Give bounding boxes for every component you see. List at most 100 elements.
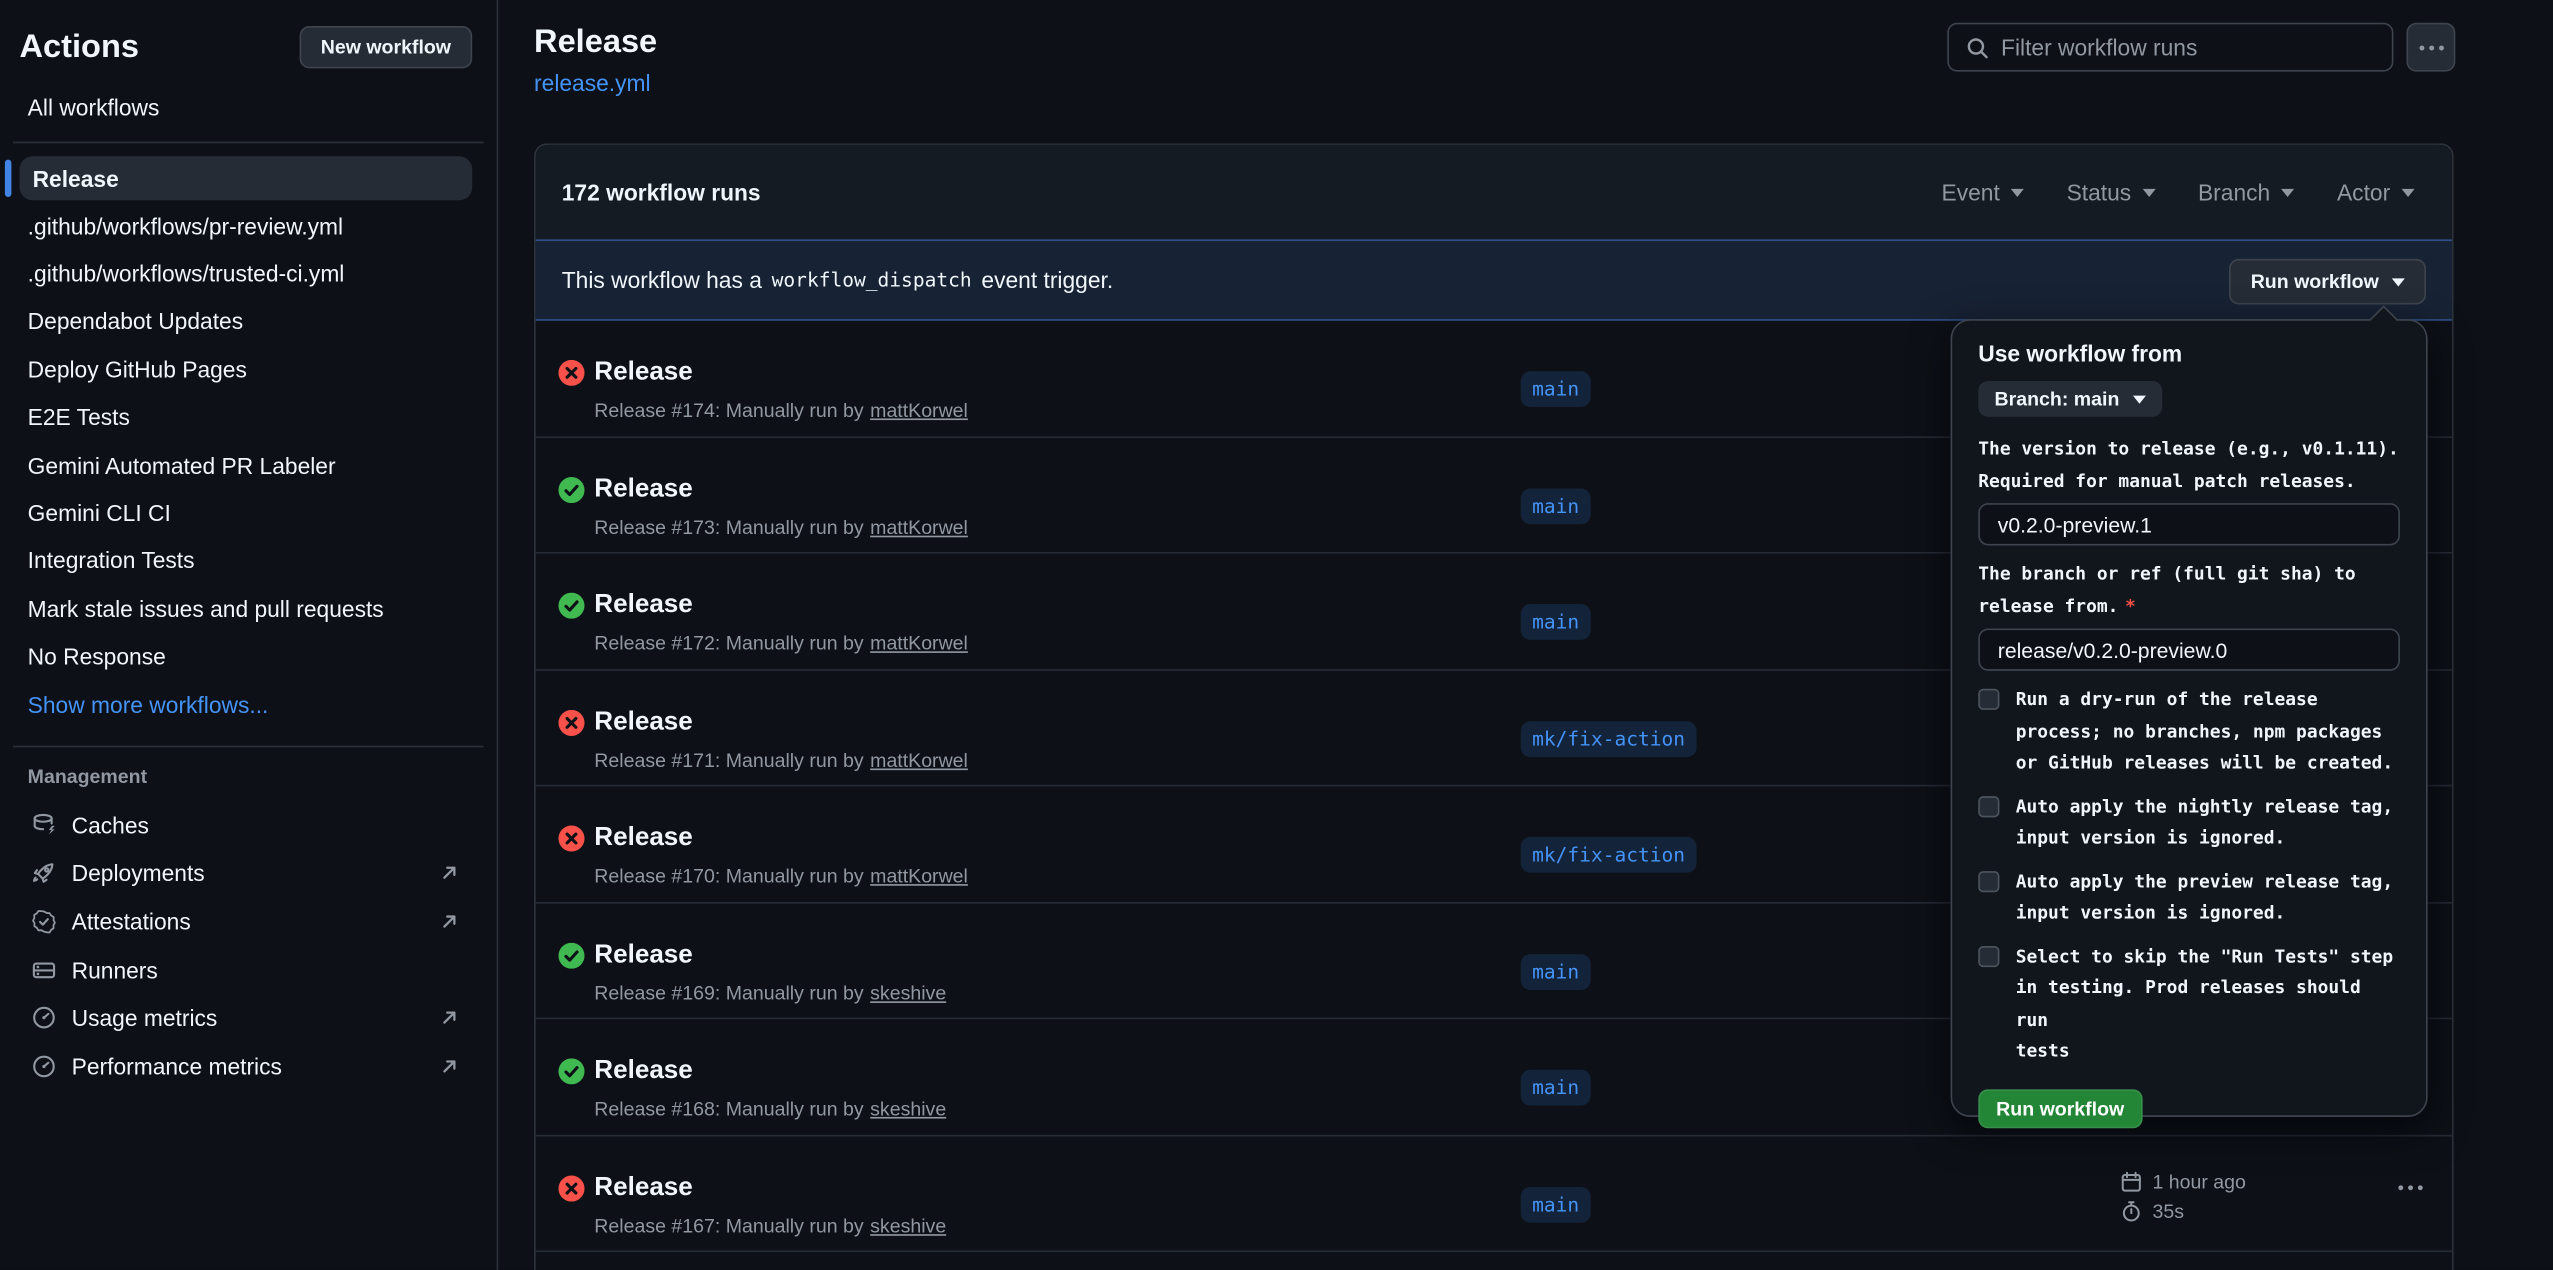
status-icon: [558, 1058, 584, 1084]
chevron-down-icon: [2011, 188, 2024, 196]
status-icon: [558, 476, 584, 502]
run-title-link[interactable]: Release: [594, 1171, 693, 1204]
actor-link[interactable]: skeshive: [870, 1097, 946, 1120]
show-more-workflows-link[interactable]: Show more workflows...: [0, 680, 497, 728]
filter-branch-dropdown[interactable]: Branch: [2198, 179, 2295, 205]
actions-sidebar: Actions New workflow All workflows Relea…: [0, 0, 498, 1270]
actor-link[interactable]: mattKorwel: [870, 748, 968, 771]
chevron-down-icon: [2282, 188, 2295, 196]
external-link-icon: [438, 1007, 461, 1030]
external-link-icon: [438, 1055, 461, 1078]
status-icon: [558, 360, 584, 386]
sidebar-item-workflow[interactable]: E2E Tests: [0, 393, 497, 441]
next-run-row-partial: [536, 1252, 2452, 1270]
banner-text: This workflow has a: [562, 267, 762, 293]
sidebar-item-workflow[interactable]: Gemini CLI CI: [0, 489, 497, 537]
kebab-icon: [2419, 45, 2443, 50]
workflow-file-link[interactable]: release.yml: [534, 70, 651, 96]
sidebar-item-workflow[interactable]: Deploy GitHub Pages: [0, 345, 497, 393]
sidebar-item-runners[interactable]: Runners: [0, 946, 497, 994]
filter-event-dropdown[interactable]: Event: [1942, 179, 2025, 205]
status-icon: [558, 825, 584, 851]
runs-filters: Event Status Branch Actor: [1942, 179, 2415, 205]
calendar-icon: [2120, 1170, 2143, 1193]
branch-badge[interactable]: main: [1521, 953, 1591, 989]
sidebar-item-label: Runners: [72, 957, 461, 983]
sidebar-item-label: Deployments: [72, 860, 424, 886]
new-workflow-button[interactable]: New workflow: [300, 26, 473, 68]
meter-icon: [31, 1005, 57, 1031]
sidebar-item-usage-metrics[interactable]: Usage metrics: [0, 994, 497, 1042]
workflow-options-button[interactable]: [2406, 23, 2455, 72]
sidebar-divider: [13, 142, 484, 144]
sidebar-item-all-workflows[interactable]: All workflows: [0, 90, 497, 126]
checkbox-icon: [1978, 945, 1999, 966]
sidebar-item-workflow[interactable]: Integration Tests: [0, 537, 497, 585]
branch-selector-dropdown[interactable]: Branch: main: [1978, 381, 2161, 417]
sidebar-item-label: Caches: [72, 812, 461, 838]
run-title-link[interactable]: Release: [594, 473, 693, 506]
sidebar-item-caches[interactable]: Caches: [0, 801, 497, 849]
sidebar-item-attestations[interactable]: Attestations: [0, 897, 497, 945]
actor-link[interactable]: mattKorwel: [870, 865, 968, 888]
sidebar-item-workflow[interactable]: Mark stale issues and pull requests: [0, 585, 497, 633]
branch-ref-input[interactable]: [1978, 628, 2400, 670]
sidebar-item-workflow[interactable]: Gemini Automated PR Labeler: [0, 441, 497, 489]
checkbox-label: Auto apply the nightly release tag, inpu…: [2016, 790, 2393, 853]
status-icon: [558, 1175, 584, 1201]
branch-badge[interactable]: main: [1521, 488, 1591, 524]
actor-link[interactable]: mattKorwel: [870, 515, 968, 538]
workflow-list: .github/workflows/pr-review.yml .github/…: [0, 202, 497, 728]
run-workflow-dialog: Use workflow from Branch: main The versi…: [1951, 319, 2428, 1117]
check-circle-icon: [558, 942, 584, 968]
branch-badge[interactable]: main: [1521, 1186, 1591, 1222]
branch-badge[interactable]: main: [1521, 604, 1591, 640]
runs-list-header: 172 workflow runs Event Status Branch Ac…: [536, 145, 2452, 239]
filter-runs-search[interactable]: [1947, 23, 2393, 72]
x-circle-icon: [558, 825, 584, 851]
sidebar-item-workflow[interactable]: .github/workflows/pr-review.yml: [0, 202, 497, 250]
field-description: The version to release (e.g., v0.1.11). …: [1978, 433, 2400, 496]
run-title-link[interactable]: Release: [594, 1055, 693, 1088]
run-duration: 35s: [2152, 1199, 2184, 1222]
search-icon: [1965, 35, 1989, 59]
run-title-link[interactable]: Release: [594, 589, 693, 622]
run-title-link[interactable]: Release: [594, 822, 693, 855]
actor-link[interactable]: mattKorwel: [870, 632, 968, 655]
sidebar-item-performance-metrics[interactable]: Performance metrics: [0, 1042, 497, 1090]
branch-badge[interactable]: main: [1521, 1070, 1591, 1106]
sidebar-item-workflow[interactable]: Dependabot Updates: [0, 298, 497, 346]
run-workflow-dropdown-button[interactable]: Run workflow: [2230, 259, 2426, 305]
dry-run-checkbox[interactable]: Run a dry-run of the release process; no…: [1978, 684, 2400, 779]
sidebar-item-workflow[interactable]: No Response: [0, 633, 497, 681]
filter-actor-dropdown[interactable]: Actor: [2337, 179, 2415, 205]
run-options-button[interactable]: [2392, 1178, 2429, 1196]
actor-link[interactable]: mattKorwel: [870, 399, 968, 422]
skip-tests-checkbox[interactable]: Select to skip the "Run Tests" step in t…: [1978, 940, 2400, 1067]
x-circle-icon: [558, 360, 584, 386]
sidebar-divider: [13, 746, 484, 748]
sidebar-item-release-selected[interactable]: Release: [20, 156, 473, 200]
required-asterisk: *: [2125, 595, 2136, 616]
actor-link[interactable]: skeshive: [870, 981, 946, 1004]
event-trigger-code: workflow_dispatch: [772, 269, 972, 292]
sidebar-item-workflow[interactable]: .github/workflows/trusted-ci.yml: [0, 250, 497, 298]
checkbox-label: Run a dry-run of the release process; no…: [2016, 684, 2393, 779]
sidebar-item-deployments[interactable]: Deployments: [0, 849, 497, 897]
branch-badge[interactable]: mk/fix-action: [1521, 720, 1697, 756]
search-input[interactable]: [2001, 34, 2375, 60]
branch-badge[interactable]: mk/fix-action: [1521, 837, 1697, 873]
preview-tag-checkbox[interactable]: Auto apply the preview release tag, inpu…: [1978, 865, 2400, 928]
filter-status-dropdown[interactable]: Status: [2067, 179, 2156, 205]
check-circle-icon: [558, 476, 584, 502]
run-title-link[interactable]: Release: [594, 357, 693, 390]
run-title-link[interactable]: Release: [594, 939, 693, 972]
branch-badge[interactable]: main: [1521, 371, 1591, 407]
meter-icon: [31, 1053, 57, 1079]
nightly-tag-checkbox[interactable]: Auto apply the nightly release tag, inpu…: [1978, 790, 2400, 853]
check-circle-icon: [558, 1058, 584, 1084]
actor-link[interactable]: skeshive: [870, 1214, 946, 1237]
run-title-link[interactable]: Release: [594, 706, 693, 739]
run-workflow-submit-button[interactable]: Run workflow: [1978, 1088, 2142, 1127]
version-input[interactable]: [1978, 503, 2400, 545]
